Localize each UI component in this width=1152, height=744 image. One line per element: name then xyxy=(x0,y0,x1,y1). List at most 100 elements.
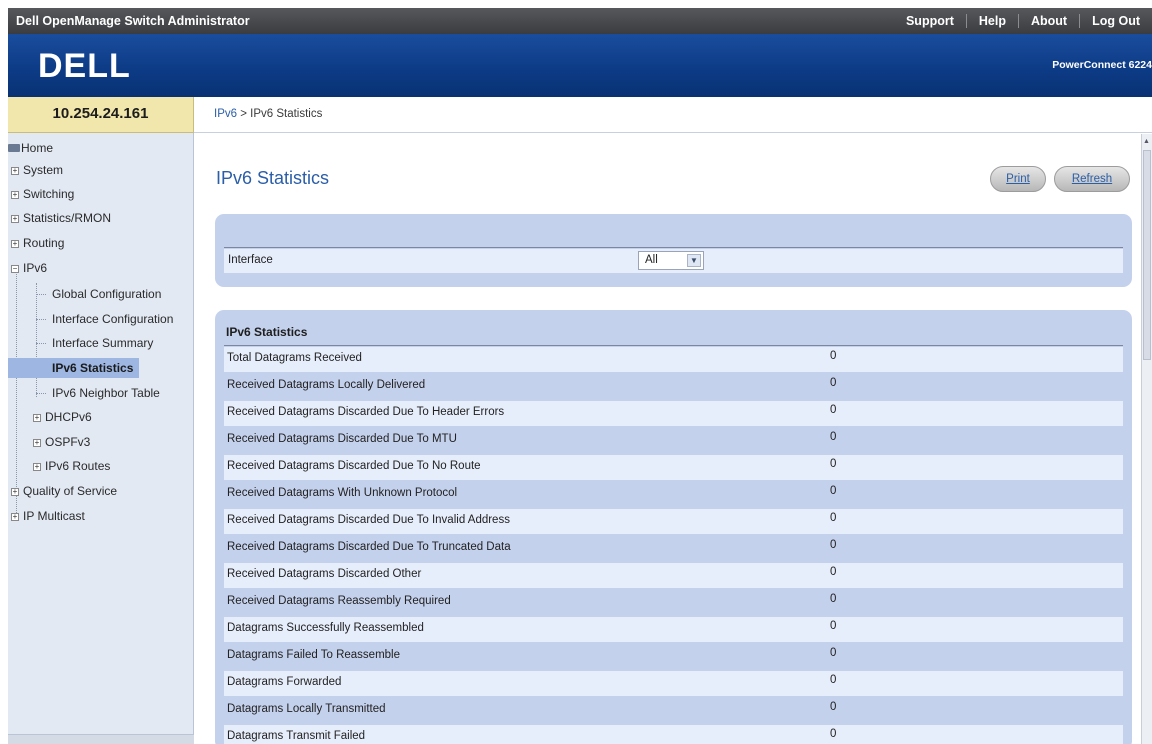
help-link[interactable]: Help xyxy=(965,14,1018,28)
sidebar-item-quality-of-service[interactable]: + Quality of Service xyxy=(11,481,117,501)
table-row: Received Datagrams With Unknown Protocol… xyxy=(224,482,1123,507)
stat-value: 0 xyxy=(830,566,837,578)
brand-header: DELL PowerConnect 6224 xyxy=(8,34,1152,97)
sidebar-item-routing[interactable]: + Routing xyxy=(11,233,64,253)
sidebar-item-global-configuration[interactable]: Global Configuration xyxy=(52,284,161,304)
tree-branch xyxy=(36,294,46,295)
table-row: Received Datagrams Reassembly Required 0 xyxy=(224,590,1123,615)
sidebar-item-ipv6[interactable]: − IPv6 xyxy=(11,258,47,278)
stat-label: Datagrams Transmit Failed xyxy=(227,730,366,742)
table-row: Total Datagrams Received 0 xyxy=(224,347,1123,372)
sidebar-item-label: Quality of Service xyxy=(23,484,118,498)
table-row: Datagrams Locally Transmitted 0 xyxy=(224,698,1123,723)
interface-panel: Interface All ▼ xyxy=(215,214,1132,287)
expand-icon[interactable]: + xyxy=(11,191,19,199)
sidebar-item-ipv6-routes[interactable]: + IPv6 Routes xyxy=(33,456,110,476)
sidebar-horizontal-scrollbar[interactable] xyxy=(8,734,194,744)
interface-select-value: All xyxy=(645,254,658,266)
sidebar-item-interface-summary[interactable]: Interface Summary xyxy=(52,333,153,353)
tree-branch xyxy=(36,319,46,320)
sidebar-item-home[interactable]: Home xyxy=(8,138,53,158)
stat-value: 0 xyxy=(830,404,837,416)
expand-icon[interactable]: + xyxy=(11,513,19,521)
stat-label: Total Datagrams Received xyxy=(227,352,362,364)
sidebar-item-switching[interactable]: + Switching xyxy=(11,184,74,204)
sidebar-nav: Home + System + Switching + Statistics/RMON… xyxy=(8,133,194,744)
stat-label: Received Datagrams Discarded Other xyxy=(227,568,422,580)
sidebar-item-dhcpv6[interactable]: + DHCPv6 xyxy=(33,407,92,427)
sidebar-item-statistics-rmon[interactable]: + Statistics/RMON xyxy=(11,208,111,228)
sidebar-item-label: Switching xyxy=(23,187,75,201)
scrollbar-thumb[interactable] xyxy=(1143,150,1151,360)
sidebar-item-label: DHCPv6 xyxy=(45,410,92,424)
stat-label: Datagrams Failed To Reassemble xyxy=(227,649,401,661)
chevron-down-icon[interactable]: ▼ xyxy=(687,254,701,267)
support-link[interactable]: Support xyxy=(894,14,966,28)
main-content: IPv6 Statistics Print Refresh Interface … xyxy=(194,134,1152,744)
sidebar-item-system[interactable]: + System xyxy=(11,160,63,180)
stat-label: Datagrams Locally Transmitted xyxy=(227,703,386,715)
expand-icon[interactable]: + xyxy=(11,488,19,496)
sidebar-item-label: IP Multicast xyxy=(23,509,85,523)
expand-icon[interactable]: + xyxy=(11,167,19,175)
sidebar-item-label: System xyxy=(23,163,64,177)
stat-label: Received Datagrams Discarded Due To No R… xyxy=(227,460,481,472)
stat-value: 0 xyxy=(830,674,837,686)
sidebar-item-label: OSPFv3 xyxy=(45,435,91,449)
statistics-table-title: IPv6 Statistics xyxy=(226,325,308,339)
logout-link[interactable]: Log Out xyxy=(1079,14,1152,28)
sidebar-item-ip-multicast[interactable]: + IP Multicast xyxy=(11,506,85,526)
interface-label: Interface xyxy=(228,254,273,266)
stat-value: 0 xyxy=(830,350,837,362)
table-row: Received Datagrams Locally Delivered 0 xyxy=(224,374,1123,399)
stat-value: 0 xyxy=(830,701,837,713)
sidebar-item-label: IPv6 xyxy=(23,261,48,275)
collapse-icon[interactable]: − xyxy=(11,265,19,273)
print-button[interactable]: Print xyxy=(990,166,1046,192)
about-link[interactable]: About xyxy=(1017,14,1079,28)
dell-logo-text: DELL xyxy=(38,47,131,84)
expand-icon[interactable]: + xyxy=(33,439,41,447)
sidebar-item-label: Routing xyxy=(23,236,65,250)
stat-label: Received Datagrams Reassembly Required xyxy=(227,595,451,607)
tree-connector-children xyxy=(36,283,37,397)
sidebar-item-label: Statistics/RMON xyxy=(23,211,112,225)
scroll-up-icon[interactable]: ▲ xyxy=(1143,138,1150,145)
sidebar-item-ipv6-statistics[interactable]: IPv6 Statistics xyxy=(8,358,140,378)
interface-row: Interface All ▼ xyxy=(224,249,1123,273)
tree-branch xyxy=(36,393,46,394)
dell-logo: DELL xyxy=(38,47,131,84)
table-row: Received Datagrams Discarded Due To Head… xyxy=(224,401,1123,426)
stat-label: Received Datagrams With Unknown Protocol xyxy=(227,487,458,499)
expand-icon[interactable]: + xyxy=(33,414,41,422)
breadcrumb-ipv6-link[interactable]: IPv6 xyxy=(214,108,237,120)
stat-label: Received Datagrams Discarded Due To Head… xyxy=(227,406,505,418)
sidebar-item-ipv6-neighbor-table[interactable]: IPv6 Neighbor Table xyxy=(52,383,160,403)
table-row: Received Datagrams Discarded Due To No R… xyxy=(224,455,1123,480)
sidebar-item-label: Home xyxy=(21,141,54,155)
page-title: IPv6 Statistics xyxy=(216,168,330,188)
top-bar: Dell OpenManage Switch Administrator Sup… xyxy=(8,8,1152,34)
product-name: PowerConnect 6224 xyxy=(1052,59,1152,71)
sidebar-item-interface-configuration[interactable]: Interface Configuration xyxy=(52,309,173,329)
top-links: Support Help About Log Out xyxy=(894,8,1152,34)
expand-icon[interactable]: + xyxy=(33,463,41,471)
expand-icon[interactable]: + xyxy=(11,240,19,248)
vertical-scrollbar[interactable]: ▲ xyxy=(1141,134,1152,744)
stat-value: 0 xyxy=(830,620,837,632)
breadcrumb-bar: IPv6 > IPv6 Statistics xyxy=(194,97,1152,133)
breadcrumb: IPv6 > IPv6 Statistics xyxy=(214,108,322,120)
stat-label: Received Datagrams Discarded Due To Trun… xyxy=(227,541,511,553)
expand-icon[interactable]: + xyxy=(11,215,19,223)
statistics-panel: IPv6 Statistics Total Datagrams Received… xyxy=(215,310,1132,744)
table-row: Received Datagrams Discarded Due To MTU 0 xyxy=(224,428,1123,453)
refresh-button[interactable]: Refresh xyxy=(1054,166,1130,192)
stat-label: Received Datagrams Locally Delivered xyxy=(227,379,426,391)
stat-value: 0 xyxy=(830,647,837,659)
stat-label: Datagrams Forwarded xyxy=(227,676,342,688)
sidebar-item-ospfv3[interactable]: + OSPFv3 xyxy=(33,432,90,452)
stat-value: 0 xyxy=(830,431,837,443)
app-title: Dell OpenManage Switch Administrator xyxy=(16,14,250,28)
stat-value: 0 xyxy=(830,458,837,470)
interface-select[interactable]: All ▼ xyxy=(638,251,704,270)
